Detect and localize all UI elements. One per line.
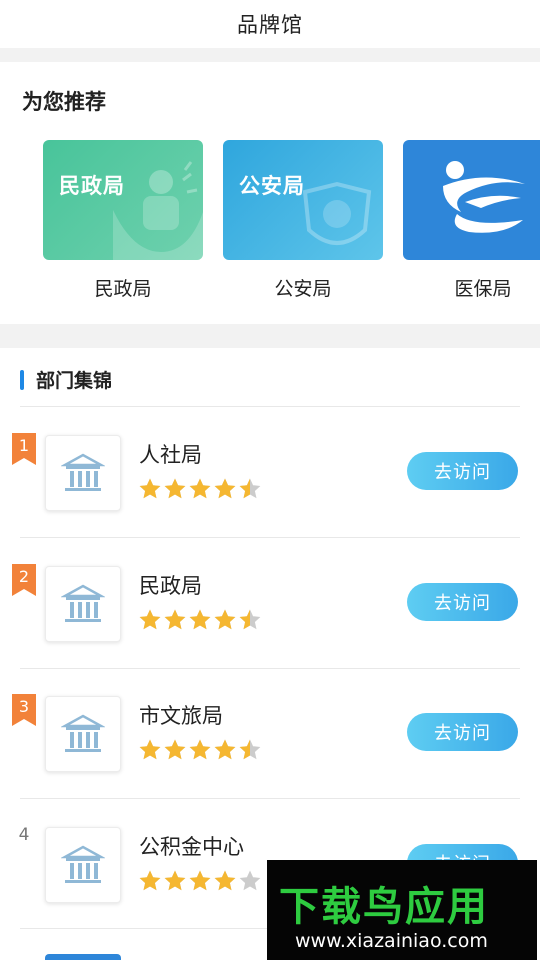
department-name: 人社局 <box>139 443 202 467</box>
department-header: 部门集锦 <box>20 366 112 393</box>
star-icon <box>238 738 262 762</box>
star-icon <box>213 477 237 501</box>
star-icon <box>138 477 162 501</box>
star-icon <box>238 869 262 893</box>
star-icon <box>213 608 237 632</box>
thumb-text: 民政局 <box>59 174 125 198</box>
section-accent-bar <box>20 369 24 390</box>
star-icon <box>138 738 162 762</box>
recommend-card-gongan[interactable]: 公安局 公安局 <box>223 140 383 301</box>
star-icon <box>188 869 212 893</box>
star-icon <box>138 869 162 893</box>
recommend-section: 为您推荐 民政局 民政局 公安局 公安局 医保局 <box>0 62 540 324</box>
department-name: 民政局 <box>139 574 202 598</box>
star-icon <box>138 608 162 632</box>
department-title: 部门集锦 <box>36 370 113 392</box>
building-icon <box>45 696 121 772</box>
rank-badge: 3 <box>12 694 36 726</box>
rating-stars <box>138 608 263 632</box>
star-icon <box>188 738 212 762</box>
star-icon <box>188 608 212 632</box>
recommend-title: 为您推荐 <box>22 90 106 114</box>
department-row: 3 市文旅局 去访问 <box>0 668 540 798</box>
hands-people-icon <box>113 161 203 260</box>
police-badge-icon <box>302 181 372 245</box>
building-icon <box>45 435 121 511</box>
rank-badge: 2 <box>12 564 36 596</box>
page-title: 品牌馆 <box>237 13 303 37</box>
recommend-card-yibao[interactable]: 医保局 <box>403 140 540 301</box>
rating-stars <box>138 869 263 893</box>
building-icon <box>45 827 121 903</box>
department-name: 公积金中心 <box>139 835 244 859</box>
rating-stars <box>138 738 263 762</box>
gongan-thumbnail: 公安局 <box>223 140 383 260</box>
next-item-peek <box>45 954 121 960</box>
star-icon <box>163 477 187 501</box>
yibao-thumbnail <box>403 140 540 260</box>
visit-button[interactable]: 去访问 <box>407 583 518 621</box>
rank-badge: 1 <box>12 433 36 465</box>
star-icon <box>238 477 262 501</box>
top-bar: 品牌馆 <box>0 0 540 48</box>
recommend-card-minzheng[interactable]: 民政局 民政局 <box>43 140 203 301</box>
visit-button[interactable]: 去访问 <box>407 452 518 490</box>
thumb-text: 公安局 <box>239 174 305 198</box>
star-icon <box>238 608 262 632</box>
recommend-card-label: 公安局 <box>274 278 332 300</box>
rank-number: 4 <box>18 825 30 845</box>
star-icon <box>163 869 187 893</box>
minzheng-thumbnail: 民政局 <box>43 140 203 260</box>
recommend-card-label: 医保局 <box>454 278 512 300</box>
visit-button[interactable]: 去访问 <box>407 713 518 751</box>
medical-insurance-logo-icon <box>443 161 525 233</box>
watermark-logo-text: 下载鸟应用 <box>279 884 489 930</box>
watermark-url: www.xiazainiao.com <box>295 930 488 952</box>
star-icon <box>213 738 237 762</box>
department-row: 2 民政局 去访问 <box>0 538 540 668</box>
recommend-card-label: 民政局 <box>94 278 152 300</box>
star-icon <box>188 477 212 501</box>
building-icon <box>45 566 121 642</box>
star-icon <box>163 738 187 762</box>
department-row: 1 人社局 去访问 <box>0 407 540 537</box>
star-icon <box>213 869 237 893</box>
watermark: 下载鸟应用 www.xiazainiao.com <box>267 860 537 960</box>
rating-stars <box>138 477 263 501</box>
star-icon <box>163 608 187 632</box>
department-name: 市文旅局 <box>139 704 223 728</box>
